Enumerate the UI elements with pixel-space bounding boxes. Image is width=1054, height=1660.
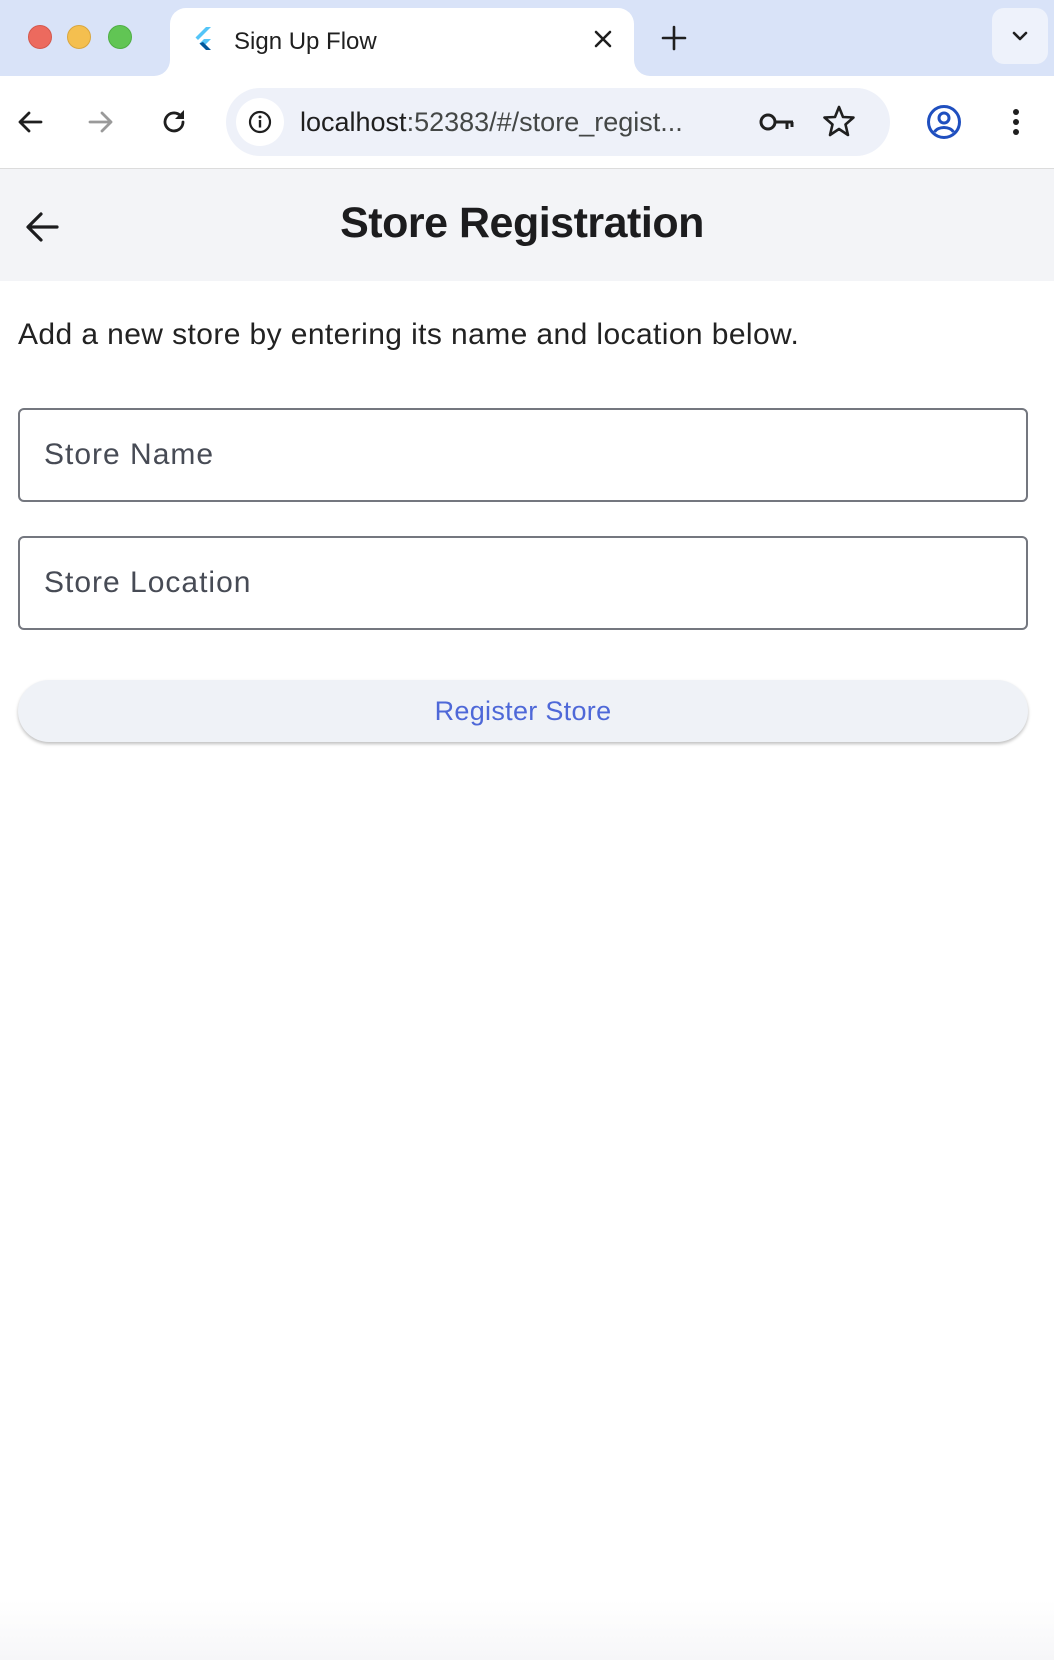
flutter-logo-icon xyxy=(195,27,211,50)
browser-tab[interactable]: Sign Up Flow xyxy=(170,8,634,76)
info-icon xyxy=(248,110,272,134)
browser-toolbar: localhost:52383/#/store_regist... xyxy=(0,76,1054,169)
key-icon[interactable] xyxy=(758,106,796,138)
url-text[interactable]: localhost:52383/#/store_regist... xyxy=(300,107,740,138)
address-bar[interactable]: localhost:52383/#/store_regist... xyxy=(226,88,890,156)
tab-search-button[interactable] xyxy=(992,8,1048,64)
arrow-right-icon[interactable] xyxy=(85,106,117,138)
tab-title: Sign Up Flow xyxy=(234,28,377,55)
close-window-button[interactable] xyxy=(28,25,52,49)
chevron-down-icon xyxy=(1012,31,1028,41)
url-host: localhost xyxy=(300,107,407,137)
store-name-input[interactable] xyxy=(20,410,1026,500)
intro-text: Add a new store by entering its name and… xyxy=(18,318,800,351)
url-path: :52383/#/store_regist... xyxy=(406,107,683,137)
star-icon[interactable] xyxy=(822,104,856,138)
more-vert-icon[interactable] xyxy=(1000,106,1032,138)
page-title: Store Registration xyxy=(340,199,704,247)
close-icon[interactable] xyxy=(592,28,614,50)
maximize-window-button[interactable] xyxy=(108,25,132,49)
arrow-left-icon[interactable] xyxy=(14,106,46,138)
site-info-button[interactable] xyxy=(236,98,284,146)
store-location-field xyxy=(18,536,1028,630)
store-location-input[interactable] xyxy=(20,538,1026,628)
reload-icon[interactable] xyxy=(158,106,190,138)
store-name-field xyxy=(18,408,1028,502)
account-circle-icon[interactable] xyxy=(926,104,962,140)
app-bar: Store Registration xyxy=(0,169,1054,281)
minimize-window-button[interactable] xyxy=(67,25,91,49)
bottom-edge xyxy=(0,1600,1054,1660)
plus-icon[interactable] xyxy=(660,24,688,52)
register-store-button[interactable]: Register Store xyxy=(18,680,1028,742)
browser-tab-strip: Sign Up Flow xyxy=(0,0,1054,76)
